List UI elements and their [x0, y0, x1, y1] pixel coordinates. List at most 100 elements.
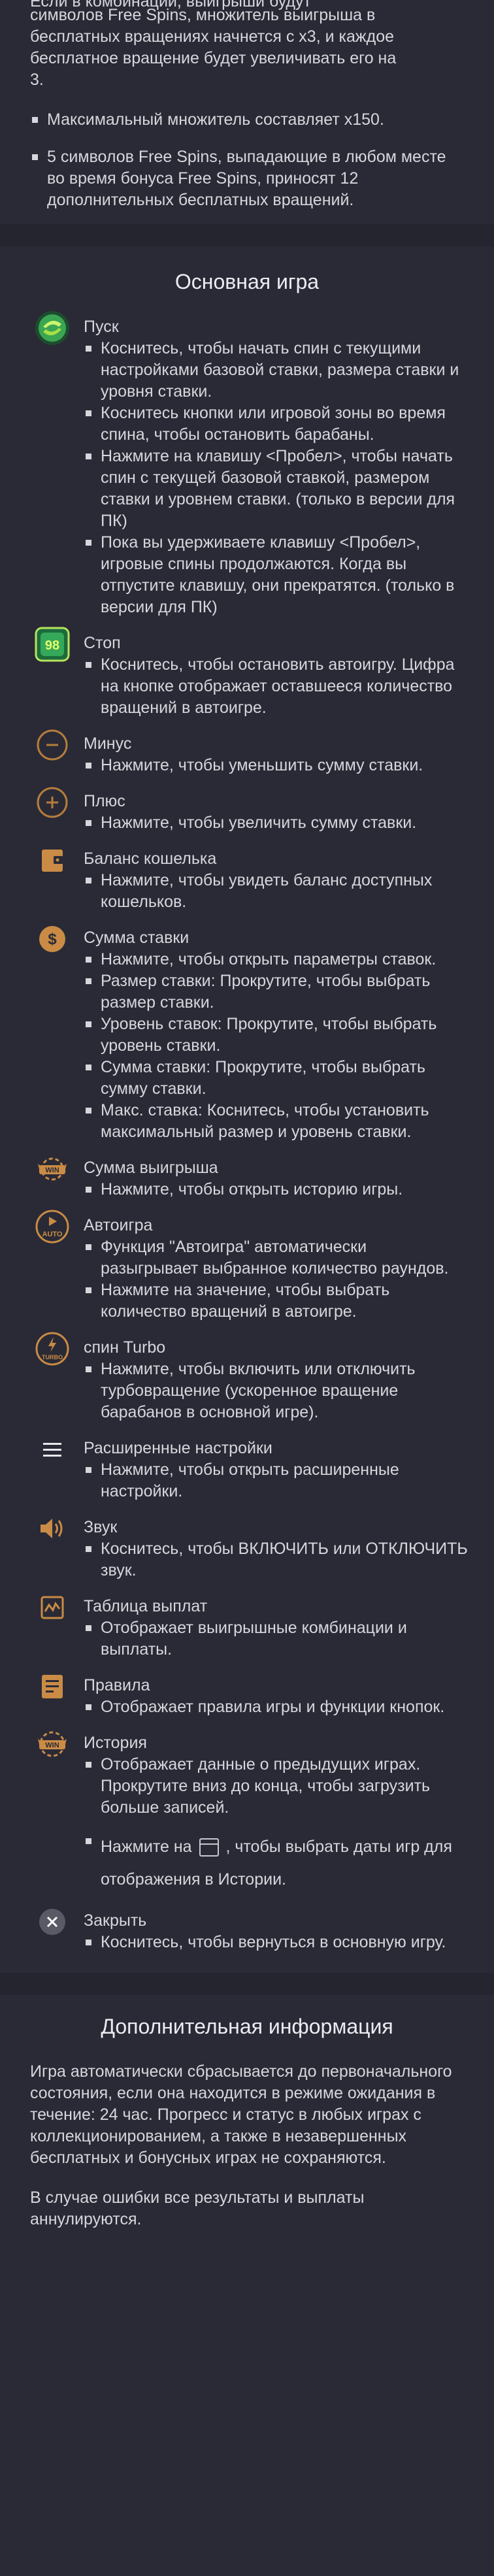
section-divider: [0, 1973, 494, 1995]
control-title: Плюс: [84, 792, 125, 810]
multiplier-list: Максимальный множитель составляет x150. …: [30, 109, 468, 211]
paragraph: Игра автоматически сбрасывается до перво…: [30, 2062, 452, 2167]
list-item: Нажмите, чтобы включить или отключить ту…: [84, 1359, 468, 1423]
control-description-list: Коснитесь, чтобы начать спин с текущими …: [84, 338, 468, 618]
control-title: Стоп: [84, 634, 121, 652]
list-item: Нажмите, чтобы открыть историю игры.: [84, 1179, 468, 1200]
turbo-icon: TURBO: [34, 1330, 71, 1367]
list-item: Уровень ставок: Прокрутите, чтобы выбрат…: [84, 1014, 468, 1057]
list-item: Отображает данные о предыдущих играх. Пр…: [84, 1754, 468, 1819]
control-title: Таблица выплат: [84, 1597, 208, 1615]
list-item: Коснитесь, чтобы ВКЛЮЧИТЬ или ОТКЛЮЧИТЬ …: [84, 1538, 468, 1581]
control-plus: Плюс Нажмите, чтобы увеличить сумму ставк…: [0, 787, 494, 834]
control-description-list: Нажмите, чтобы увеличить сумму ставки.: [84, 812, 468, 834]
control-description-list: Коснитесь, чтобы вернуться в основную иг…: [84, 1932, 468, 1953]
spin-icon: [34, 310, 71, 346]
control-title: Сумма выигрыша: [84, 1159, 218, 1177]
control-description-list: Отображает данные о предыдущих играх. Пр…: [84, 1754, 468, 1896]
list-item: Сумма ставки: Прокрутите, чтобы выбрать …: [84, 1057, 468, 1100]
control-stop: 98 Стоп Коснитесь, чтобы остановить автоиг…: [0, 627, 494, 719]
control-title: Пуск: [84, 318, 119, 336]
control-title: Автоигра: [84, 1216, 153, 1234]
minus-icon: [34, 727, 71, 763]
control-description-list: Отображает выигрышные комбинации и выпла…: [84, 1617, 468, 1660]
plus-icon: [34, 784, 71, 821]
control-description-list: Нажмите, чтобы увидеть баланс доступных …: [84, 870, 468, 913]
list-item: Нажмите, чтобы увидеть баланс доступных …: [84, 870, 468, 913]
list-item: Размер ставки: Прокрутите, чтобы выбрать…: [84, 970, 468, 1014]
control-sound: Звук Коснитесь, чтобы ВКЛЮЧИТЬ или ОТКЛЮЧ…: [0, 1517, 494, 1581]
control-title: Баланс кошелька: [84, 850, 217, 868]
list-item: Коснитесь, чтобы остановить автоигру. Ци…: [84, 654, 468, 719]
list-item: Нажмите, чтобы увеличить сумму ставки.: [84, 812, 468, 834]
list-item: Коснитесь, чтобы вернуться в основную иг…: [84, 1932, 468, 1953]
control-title: Расширенные настройки: [84, 1439, 272, 1457]
sound-icon: [34, 1510, 71, 1547]
section-divider: [0, 224, 494, 246]
text-line: 3.: [30, 71, 44, 89]
control-turbo: TURBO спин Turbo Нажмите, чтобы включить и…: [0, 1332, 494, 1423]
control-description-list: Коснитесь, чтобы остановить автоигру. Ци…: [84, 654, 468, 719]
list-item: Нажмите, чтобы открыть параметры ставок.: [84, 949, 468, 970]
control-title: Закрыть: [84, 1911, 147, 1930]
paytable-icon: [34, 1589, 71, 1626]
list-item: Нажмите на , чтобы выбрать даты игр для …: [84, 1830, 468, 1896]
list-item: Функция "Автоигра" автоматически разыгры…: [84, 1236, 468, 1280]
section-title: Основная игра: [174, 270, 320, 293]
control-title: Минус: [84, 735, 132, 753]
control-autoplay: AUTO Автоигра Функция "Автоигра" автоматич…: [0, 1210, 494, 1323]
list-item: Коснитесь кнопки или игровой зоны во вре…: [84, 403, 468, 446]
history-icon: WIN: [34, 1726, 71, 1762]
stop-icon: 98: [34, 626, 71, 663]
text-line: бесплатное вращение будет увеличивать ег…: [30, 49, 397, 67]
control-title: Сумма ставки: [84, 929, 189, 947]
section-title: Дополнительная информация: [101, 2015, 393, 2038]
wallet-icon: [34, 842, 71, 878]
text-line: бесплатных вращениях начнется с x3, и ка…: [30, 27, 395, 46]
list-item: Нажмите, чтобы открыть расширенные настр…: [84, 1459, 468, 1502]
control-rules: Правила Отображает правила игры и функции…: [0, 1675, 494, 1718]
control-win: WIN Сумма выигрыша Нажмите, чтобы открыть …: [0, 1157, 494, 1200]
list-item: Макс. ставка: Коснитесь, чтобы установит…: [84, 1100, 468, 1143]
list-item: Отображает правила игры и функции кнопок…: [84, 1696, 468, 1718]
control-description-list: Нажмите, чтобы открыть расширенные настр…: [84, 1459, 468, 1502]
control-bet: $ Сумма ставки Нажмите, чтобы открыть пара…: [0, 926, 494, 1143]
paragraph: В случае ошибки все результаты и выплаты…: [30, 2188, 365, 2228]
svg-text:$: $: [48, 931, 57, 948]
control-title: Звук: [84, 1518, 118, 1536]
control-description-list: Нажмите, чтобы уменьшить сумму ставки.: [84, 755, 468, 776]
svg-text:WIN: WIN: [45, 1166, 59, 1174]
list-item: Максимальный множитель составляет x150.: [30, 109, 468, 131]
list-item: Отображает выигрышные комбинации и выпла…: [84, 1617, 468, 1660]
control-close: Закрыть Коснитесь, чтобы вернуться в осно…: [0, 1909, 494, 1953]
list-item: Нажмите на клавишу <Пробел>, чтобы начат…: [84, 446, 468, 532]
coins-icon: $: [34, 921, 71, 957]
list-item: Коснитесь, чтобы начать спин с текущими …: [84, 338, 468, 403]
main-game-section: Основная игра Пуск Коснитесь, чтобы начат…: [0, 246, 494, 1953]
list-item: 5 символов Free Spins, выпадающие в любо…: [30, 146, 468, 211]
rules-icon: [34, 1668, 71, 1705]
control-spin: Пуск Коснитесь, чтобы начать спин с текущ…: [0, 311, 494, 618]
control-paytable: Таблица выплат Отображает выигрышные комб…: [0, 1596, 494, 1660]
control-description-list: Коснитесь, чтобы ВКЛЮЧИТЬ или ОТКЛЮЧИТЬ …: [84, 1538, 468, 1581]
control-history: WIN История Отображает данные о предыдущих…: [0, 1731, 494, 1896]
control-settings: Расширенные настройки Нажмите, чтобы откр…: [0, 1438, 494, 1502]
autoplay-icon: AUTO: [34, 1208, 71, 1245]
svg-text:TURBO: TURBO: [42, 1354, 63, 1361]
menu-icon: [34, 1431, 71, 1468]
svg-text:WIN: WIN: [45, 1742, 59, 1749]
stop-badge-count: 98: [45, 638, 59, 653]
control-title: спин Turbo: [84, 1338, 166, 1357]
control-description-list: Нажмите, чтобы открыть параметры ставок.…: [84, 949, 468, 1143]
control-wallet: Баланс кошелька Нажмите, чтобы увидеть ба…: [0, 848, 494, 913]
list-item: Нажмите на значение, чтобы выбрать колич…: [84, 1280, 468, 1323]
control-description-list: Функция "Автоигра" автоматически разыгры…: [84, 1236, 468, 1323]
calendar-icon: [199, 1838, 219, 1857]
svg-text:AUTO: AUTO: [42, 1230, 63, 1238]
control-description-list: Нажмите, чтобы включить или отключить ту…: [84, 1359, 468, 1423]
control-title: История: [84, 1734, 147, 1752]
win-icon: WIN: [34, 1151, 71, 1187]
text-line: символов Free Spins, множитель выигрыша …: [30, 6, 376, 24]
free-spins-info: Если в комбинации, выигрыши будут символ…: [0, 0, 494, 224]
extra-info-section: Дополнительная информация Игра автоматич…: [0, 1995, 494, 2230]
